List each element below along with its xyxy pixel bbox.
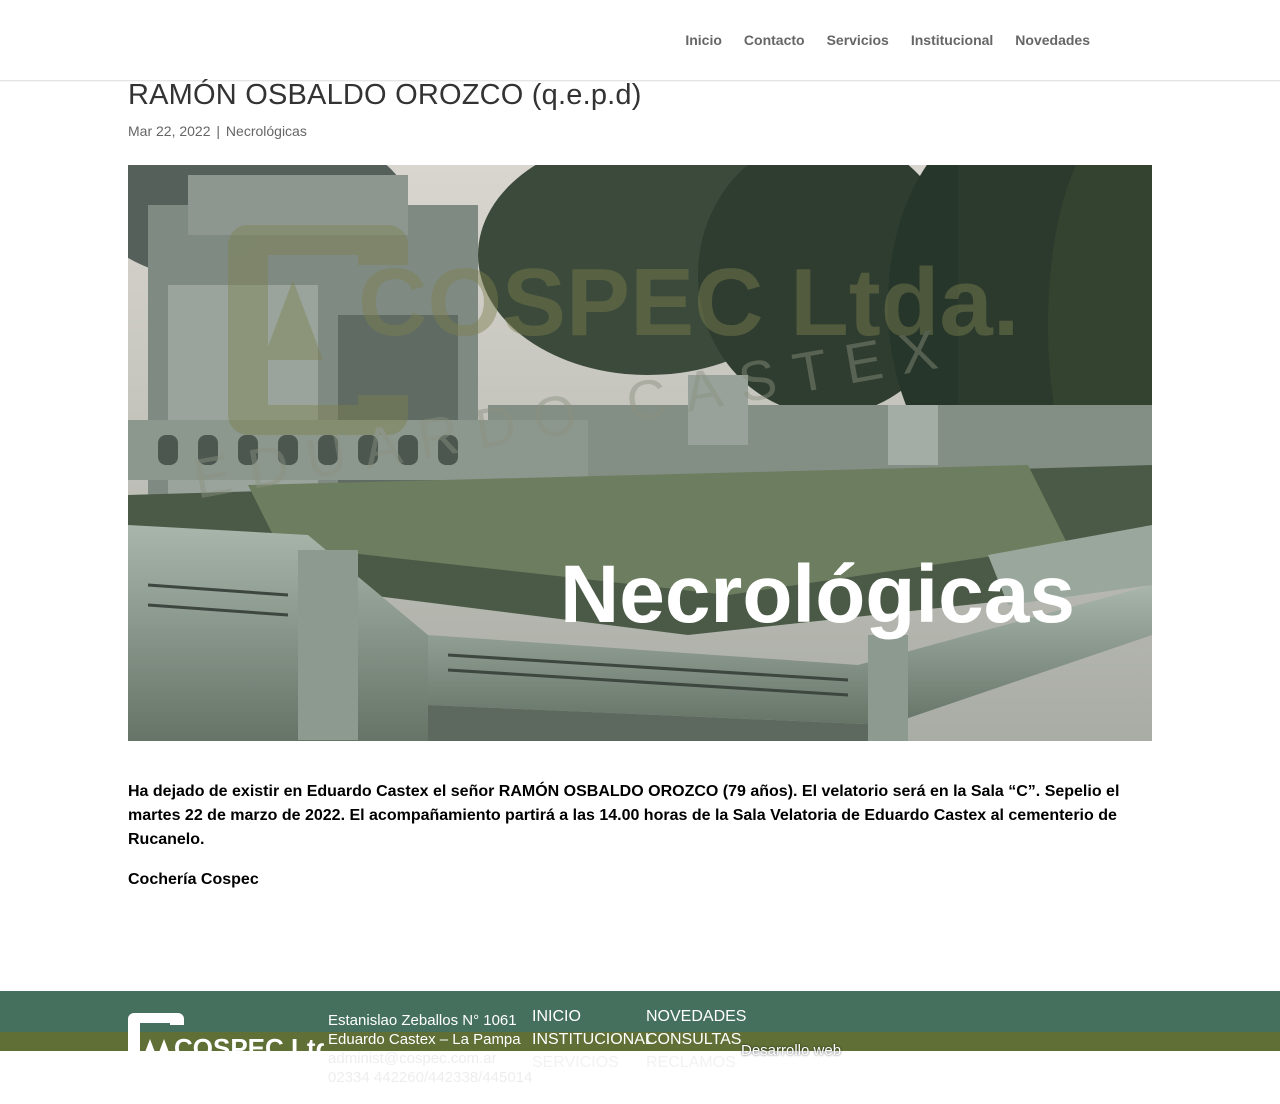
post-content: Ha dejado de existir en Eduardo Castex e… <box>128 780 1138 908</box>
obituary-paragraph: Ha dejado de existir en Eduardo Castex e… <box>128 783 1120 848</box>
address-city: Eduardo Castex – La Pampa <box>328 1031 521 1048</box>
image-overlay-title: Necrológicas <box>560 549 1075 640</box>
post-title: RAMÓN OSBALDO OROZCO (q.e.p.d) <box>128 79 642 111</box>
address-phones: 02334 442260/442338/445014 <box>328 1069 533 1086</box>
footer-links-col2: NOVEDADES CONSULTAS RECLAMOS <box>646 1005 746 1074</box>
footer-link-reclamos[interactable]: RECLAMOS <box>646 1051 746 1074</box>
post-category-link[interactable]: Necrológicas <box>226 123 307 139</box>
cemetery-photo: COSPEC Ltda. EDUARDO CASTEX Necrológicas <box>128 165 1152 741</box>
address-street: Estanislao Zeballos N° 1061 <box>328 1012 517 1029</box>
footer-link-servicios[interactable]: SERVICIOS <box>532 1051 654 1074</box>
footer-link-institucional[interactable]: INSTITUCIONAL <box>532 1028 654 1051</box>
site-footer: COSPEC Ltda. Estanislao Zeballos N° 1061… <box>0 991 1280 1104</box>
signature-paragraph: Cochería Cospec <box>128 871 259 888</box>
footer-logo-text: COSPEC Ltda. <box>174 1033 324 1063</box>
footer-address: Estanislao Zeballos N° 1061 Eduardo Cast… <box>328 1011 532 1087</box>
footer-links-col1: INICIO INSTITUCIONAL SERVICIOS <box>532 1005 654 1074</box>
footer-link-consultas[interactable]: CONSULTAS <box>646 1028 746 1051</box>
nav-inicio[interactable]: Inicio <box>685 31 722 49</box>
featured-image: COSPEC Ltda. EDUARDO CASTEX Necrológicas <box>128 165 1152 741</box>
nav-servicios[interactable]: Servicios <box>827 31 889 49</box>
footer-credit-link[interactable]: Desarrollo web <box>741 1042 841 1059</box>
post-meta: Mar 22, 2022 | Necrológicas <box>128 123 307 140</box>
address-email[interactable]: administ@cospec.com.ar <box>328 1049 532 1068</box>
main-nav: Inicio Contacto Servicios Institucional … <box>685 31 1090 49</box>
meta-separator: | <box>216 123 221 139</box>
footer-link-inicio[interactable]: INICIO <box>532 1005 654 1028</box>
site-header: Inicio Contacto Servicios Institucional … <box>0 0 1280 81</box>
nav-contacto[interactable]: Contacto <box>744 31 805 49</box>
nav-institucional[interactable]: Institucional <box>911 31 993 49</box>
post-date: Mar 22, 2022 <box>128 123 211 139</box>
nav-novedades[interactable]: Novedades <box>1015 31 1090 49</box>
footer-link-novedades[interactable]: NOVEDADES <box>646 1005 746 1028</box>
footer-logo[interactable]: COSPEC Ltda. <box>128 1011 324 1071</box>
